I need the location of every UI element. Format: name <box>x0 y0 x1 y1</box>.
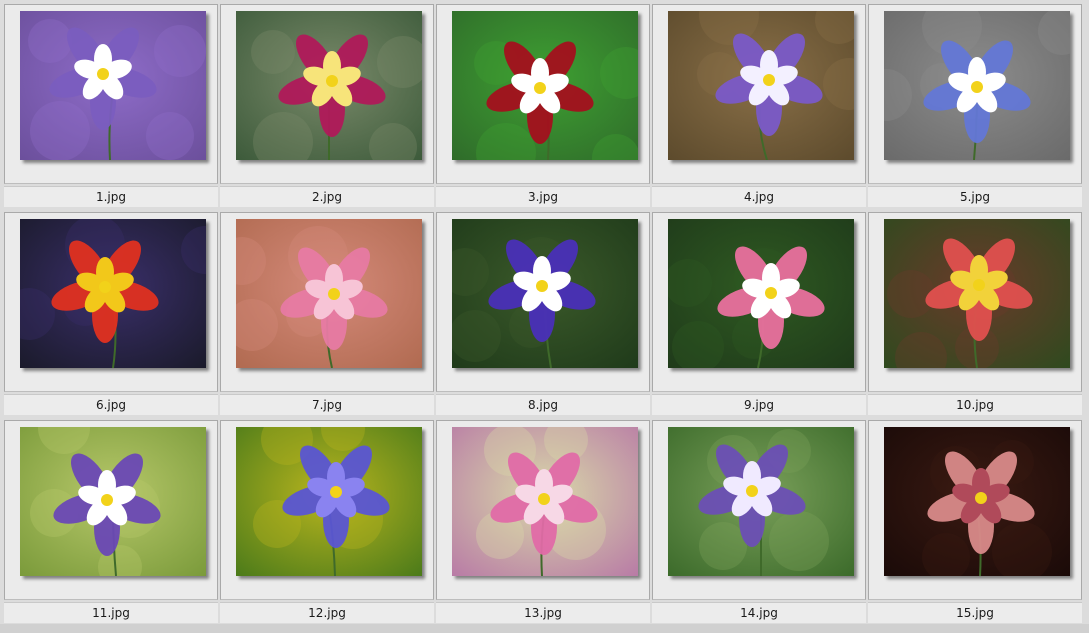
thumbnail-frame <box>868 4 1082 184</box>
thumbnail-filename: 1.jpg <box>4 186 218 207</box>
thumbnail-frame <box>868 420 1082 600</box>
thumbnail-frame <box>868 212 1082 392</box>
thumbnail-filename: 13.jpg <box>436 602 650 623</box>
thumbnail-item[interactable]: 8.jpg <box>436 212 650 418</box>
thumbnail-item[interactable]: 7.jpg <box>220 212 434 418</box>
thumbnail-frame <box>220 420 434 600</box>
thumbnail-filename: 14.jpg <box>652 602 866 623</box>
pink-white-columbine-icon <box>668 219 854 368</box>
red-white-columbine-icon <box>452 11 638 160</box>
indigo-white-columbine-icon <box>452 219 638 368</box>
thumbnail-frame <box>652 4 866 184</box>
thumbnail-image[interactable] <box>236 11 422 160</box>
translucent-pink-columbine-icon <box>884 427 1070 576</box>
thumbnail-image[interactable] <box>668 219 854 368</box>
thumbnail-item[interactable]: 2.jpg <box>220 4 434 210</box>
thumbnail-filename: 9.jpg <box>652 394 866 415</box>
thumbnail-image[interactable] <box>236 219 422 368</box>
thumbnail-frame <box>4 420 218 600</box>
thumbnail-image[interactable] <box>452 11 638 160</box>
thumbnail-filename: 12.jpg <box>220 602 434 623</box>
thumbnail-image[interactable] <box>668 427 854 576</box>
thumbnail-item[interactable]: 9.jpg <box>652 212 866 418</box>
thumbnail-item[interactable]: 14.jpg <box>652 420 866 626</box>
purple-columbine-meadow-icon <box>668 427 854 576</box>
thumbnail-filename: 15.jpg <box>868 602 1082 623</box>
thumbnail-frame <box>436 4 650 184</box>
thumbnail-image[interactable] <box>884 427 1070 576</box>
thumbnail-filename: 3.jpg <box>436 186 650 207</box>
thumbnail-item[interactable]: 10.jpg <box>868 212 1082 418</box>
thumbnail-filename: 6.jpg <box>4 394 218 415</box>
thumbnail-image[interactable] <box>884 11 1070 160</box>
blue-white-columbine-pair-icon <box>884 11 1070 160</box>
thumbnail-frame <box>652 420 866 600</box>
pink-columbine-icon <box>236 219 422 368</box>
thumbnail-frame <box>436 212 650 392</box>
thumbnail-item[interactable]: 11.jpg <box>4 420 218 626</box>
thumbnail-frame <box>436 420 650 600</box>
soft-pink-columbine-icon <box>452 427 638 576</box>
thumbnail-image[interactable] <box>668 11 854 160</box>
violet-columbine-cluster-icon <box>668 11 854 160</box>
thumbnail-item[interactable]: 1.jpg <box>4 4 218 210</box>
thumbnail-image[interactable] <box>452 219 638 368</box>
thumbnail-item[interactable]: 4.jpg <box>652 4 866 210</box>
thumbnail-item[interactable]: 5.jpg <box>868 4 1082 210</box>
thumbnail-image[interactable] <box>20 11 206 160</box>
coral-yellow-columbine-icon <box>884 219 1070 368</box>
thumbnail-frame <box>652 212 866 392</box>
window-bottom-edge <box>0 624 1089 633</box>
yellow-red-columbine-icon <box>20 219 206 368</box>
thumbnail-image[interactable] <box>20 219 206 368</box>
thumbnail-frame <box>220 4 434 184</box>
thumbnail-filename: 10.jpg <box>868 394 1082 415</box>
thumbnail-frame <box>220 212 434 392</box>
thumbnail-item[interactable]: 6.jpg <box>4 212 218 418</box>
purple-white-columbine-icon <box>20 11 206 160</box>
thumbnail-item[interactable]: 15.jpg <box>868 420 1082 626</box>
purple-fern-columbine-icon <box>20 427 206 576</box>
thumbnail-item[interactable]: 12.jpg <box>220 420 434 626</box>
magenta-yellow-columbine-icon <box>236 11 422 160</box>
thumbnail-image[interactable] <box>452 427 638 576</box>
thumbnail-filename: 4.jpg <box>652 186 866 207</box>
thumbnail-frame <box>4 4 218 184</box>
thumbnail-grid: 1.jpg 2.jpg 3.jpg 4.jpg 5.jpg 6.jpg 7.jpg 8.jpg… <box>4 4 1085 626</box>
thumbnail-image[interactable] <box>884 219 1070 368</box>
thumbnail-filename: 11.jpg <box>4 602 218 623</box>
thumbnail-item[interactable]: 13.jpg <box>436 420 650 626</box>
thumbnail-filename: 8.jpg <box>436 394 650 415</box>
thumbnail-filename: 2.jpg <box>220 186 434 207</box>
thumbnail-image[interactable] <box>236 427 422 576</box>
thumbnail-image[interactable] <box>20 427 206 576</box>
thumbnail-frame <box>4 212 218 392</box>
blue-violet-columbine-icon <box>236 427 422 576</box>
thumbnail-item[interactable]: 3.jpg <box>436 4 650 210</box>
thumbnail-filename: 5.jpg <box>868 186 1082 207</box>
thumbnail-filename: 7.jpg <box>220 394 434 415</box>
